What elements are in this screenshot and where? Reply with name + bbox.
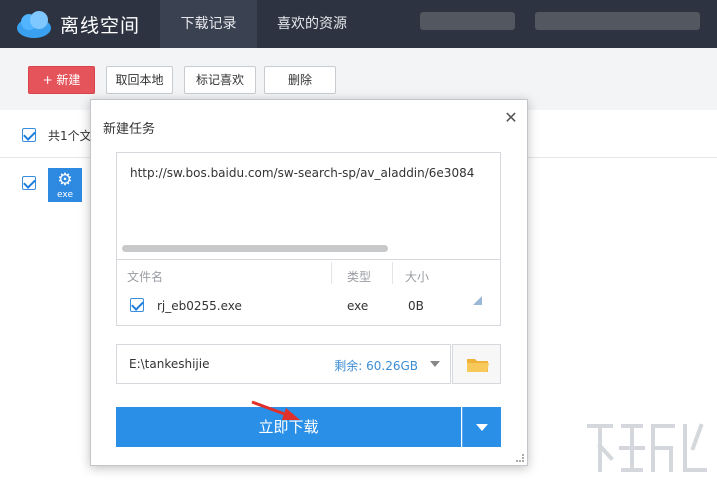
file-checkbox[interactable] bbox=[130, 298, 144, 312]
url-text: http://sw.bos.baidu.com/sw-search-sp/av_… bbox=[130, 166, 475, 180]
file-name[interactable]: rj_eb0255.exe bbox=[157, 299, 242, 313]
tab-download-records[interactable]: 下载记录 bbox=[160, 0, 257, 48]
arrow-annotation-icon bbox=[251, 400, 300, 420]
fetch-local-button[interactable]: 取回本地 bbox=[106, 66, 173, 94]
app-title: 离线空间 bbox=[60, 15, 141, 37]
column-header-size: 大小 bbox=[405, 270, 430, 284]
gear-icon: ⚙ bbox=[57, 170, 73, 190]
file-type: exe bbox=[347, 299, 369, 313]
save-path-select[interactable]: E:\tankeshijie 剩余: 60.26GB bbox=[116, 344, 451, 384]
top-bar: 离线空间 下载记录 喜欢的资源 bbox=[0, 0, 717, 48]
file-icon-label: exe bbox=[57, 190, 73, 200]
row-checkbox[interactable] bbox=[22, 176, 36, 190]
file-count-text: 共1个文 bbox=[48, 129, 92, 143]
column-divider bbox=[392, 262, 393, 284]
file-table: 文件名 类型 大小 rj_eb0255.exe exe 0B bbox=[116, 260, 501, 326]
folder-icon bbox=[467, 359, 489, 372]
column-header-name: 文件名 bbox=[127, 270, 164, 284]
cloud-logo-icon bbox=[17, 11, 51, 38]
download-options-dropdown[interactable] bbox=[462, 407, 501, 447]
dialog-title: 新建任务 bbox=[103, 122, 156, 137]
select-all-checkbox[interactable] bbox=[22, 128, 36, 142]
resize-grip-icon bbox=[473, 296, 482, 305]
horizontal-scrollbar[interactable] bbox=[122, 245, 388, 252]
url-input[interactable]: http://sw.bos.baidu.com/sw-search-sp/av_… bbox=[116, 152, 501, 260]
watermark-logo-icon bbox=[587, 423, 707, 472]
resize-grip-icon[interactable] bbox=[516, 454, 524, 462]
new-task-button[interactable]: + 新建 bbox=[28, 66, 95, 94]
close-icon[interactable]: ✕ bbox=[503, 110, 519, 126]
delete-button[interactable]: 删除 bbox=[264, 66, 336, 94]
blurred-user-info bbox=[535, 12, 700, 30]
free-space-text: 剩余: 60.26GB bbox=[334, 359, 418, 373]
save-path-text: E:\tankeshijie bbox=[129, 357, 210, 371]
blurred-account-info bbox=[420, 12, 515, 30]
chevron-down-icon[interactable] bbox=[430, 361, 440, 367]
tab-favorite-resources[interactable]: 喜欢的资源 bbox=[257, 0, 367, 48]
exe-file-icon: ⚙ exe bbox=[48, 168, 82, 202]
column-divider bbox=[331, 262, 332, 284]
mark-favorite-button[interactable]: 标记喜欢 bbox=[184, 66, 256, 94]
file-size: 0B bbox=[408, 299, 424, 313]
column-header-type: 类型 bbox=[347, 270, 372, 284]
browse-folder-button[interactable] bbox=[452, 344, 501, 384]
